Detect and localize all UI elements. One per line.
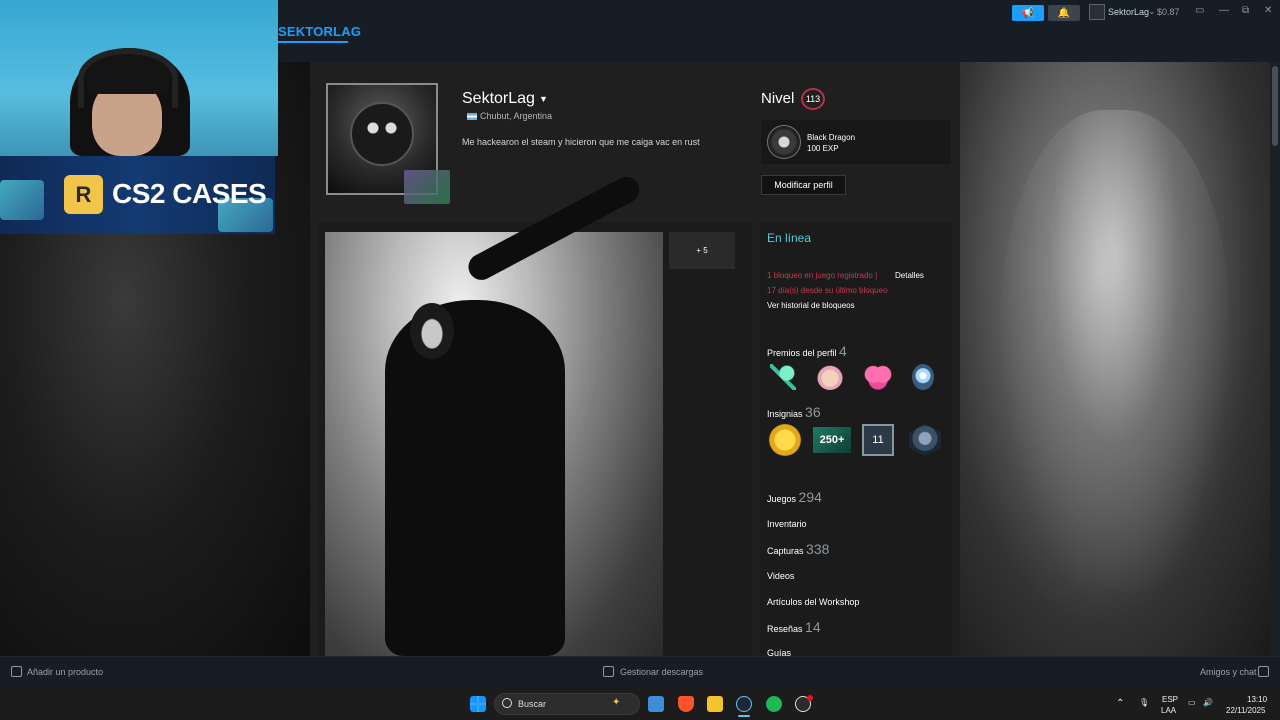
artwork-figure <box>385 300 565 656</box>
brave-browser-icon[interactable] <box>678 696 694 712</box>
file-explorer-icon[interactable] <box>707 696 723 712</box>
friends-chat-button[interactable]: Amigos y chat <box>1200 667 1257 677</box>
games-count: 294 <box>798 489 822 505</box>
windows-taskbar <box>0 688 1280 720</box>
persona-name[interactable]: SektorLag <box>462 90 535 108</box>
bell-icon: 🔔 <box>1057 7 1071 19</box>
wifi-icon[interactable]: ▭ <box>1188 698 1196 707</box>
comet-award-icon[interactable] <box>770 364 796 390</box>
taskbar-search-placeholder: Buscar <box>518 699 547 709</box>
screenshots-label: Capturas <box>767 546 804 556</box>
reviews-link[interactable]: Reseñas 14 <box>767 619 821 635</box>
featured-badge-name: Black Dragon <box>807 133 856 142</box>
active-app-indicator <box>738 715 750 717</box>
gold-coin-badge-icon[interactable] <box>769 424 801 456</box>
showcase-more-button[interactable]: + 5 <box>669 232 735 269</box>
sponsor-logo: R <box>64 175 103 214</box>
badges-label: Insignias <box>767 409 803 419</box>
chevron-down-icon[interactable]: ⌄ <box>1148 6 1156 17</box>
close-icon[interactable]: ✕ <box>1264 5 1272 16</box>
screenshots-count: 338 <box>806 541 830 557</box>
heart-award-icon[interactable] <box>862 364 894 390</box>
scrollbar-thumb[interactable] <box>1272 66 1278 146</box>
keyboard-language-1[interactable]: ESP <box>1162 695 1178 704</box>
awards-label: Premios del perfil <box>767 348 837 358</box>
inventory-link[interactable]: Inventario <box>767 519 807 529</box>
keyboard-language-2[interactable]: LAA <box>1161 706 1176 715</box>
skin-weapon-left <box>0 180 44 220</box>
download-icon[interactable] <box>603 666 614 677</box>
featured-badge-xp: 100 EXP <box>807 144 839 153</box>
microphone-icon[interactable]: 🎙 <box>1139 698 1149 707</box>
notification-dot <box>807 695 813 701</box>
persona-dropdown-icon[interactable]: ▼ <box>539 94 548 104</box>
headset-icon <box>78 48 178 108</box>
level-label: Nivel <box>761 90 795 107</box>
vac-ban-notice: 1 bloqueo en juego registrado | <box>767 271 878 280</box>
notifications-button[interactable]: 🔔 <box>1048 5 1080 21</box>
wallet-balance: $0.87 <box>1157 7 1180 17</box>
minimize-icon[interactable]: — <box>1219 5 1229 16</box>
clock-time[interactable]: 13:10 <box>1247 695 1267 704</box>
volume-icon[interactable]: 🔊 <box>1203 698 1213 707</box>
sponsor-name: CS2 CASES <box>112 178 267 209</box>
games-250-badge-icon[interactable]: 250+ <box>813 427 851 453</box>
artwork-figure-head <box>410 303 454 359</box>
nav-tab-profile[interactable]: SEKTORLAG <box>278 24 361 39</box>
account-name[interactable]: SektorLag <box>1108 7 1149 17</box>
spotify-icon[interactable] <box>766 696 782 712</box>
argentina-flag-icon <box>467 113 477 120</box>
awards-count: 4 <box>839 343 847 359</box>
years-of-service-badge-icon[interactable]: 11 <box>862 424 894 456</box>
orb-award-icon[interactable] <box>912 364 934 390</box>
scrollbar[interactable] <box>1270 62 1280 656</box>
tray-chevron-up-icon[interactable]: ⌃ <box>1116 698 1124 709</box>
profile-awards-link[interactable]: Premios del perfil 4 <box>767 343 847 359</box>
manage-downloads-button[interactable]: Gestionar descargas <box>620 667 703 677</box>
megaphone-icon: 📢 <box>1021 7 1035 19</box>
profile-location: Chubut, Argentina <box>480 111 553 121</box>
screenshots-link[interactable]: Capturas 338 <box>767 541 829 557</box>
vac-details-link[interactable]: Detalles <box>895 271 924 280</box>
level-badge[interactable]: 113 <box>801 88 825 110</box>
nav-tab-underline <box>278 41 348 43</box>
monitor-icon[interactable]: ▭ <box>1195 5 1204 16</box>
profile-summary: Me hackearon el steam y hicieron que me … <box>462 137 700 147</box>
copilot-sparkle-icon[interactable]: ✦ <box>612 697 620 708</box>
announcements-button[interactable]: 📢 <box>1012 5 1044 21</box>
account-avatar[interactable] <box>1089 4 1105 20</box>
search-icon <box>502 698 512 708</box>
maximize-icon[interactable]: ⧉ <box>1242 5 1249 16</box>
clock-date[interactable]: 22/11/2025 <box>1226 706 1265 715</box>
avatar-character-icon <box>350 102 414 166</box>
plus-icon[interactable] <box>11 666 22 677</box>
online-status: En línea <box>767 231 812 245</box>
avatar-frame-decoration <box>404 170 450 204</box>
windows-start-icon[interactable] <box>470 696 486 712</box>
background-figure <box>1000 110 1230 590</box>
reviews-label: Reseñas <box>767 624 803 634</box>
ban-history-link[interactable]: Ver historial de bloqueos <box>767 301 855 310</box>
add-product-button[interactable]: Añadir un producto <box>27 667 103 677</box>
edit-profile-button[interactable]: Modificar perfil <box>761 175 846 195</box>
workshop-link[interactable]: Artículos del Workshop <box>767 597 859 607</box>
games-label: Juegos <box>767 494 797 504</box>
steam-app-icon[interactable] <box>736 696 752 712</box>
dragon-badge-icon <box>767 125 801 159</box>
games-link[interactable]: Juegos 294 <box>767 489 822 505</box>
clown-award-icon[interactable] <box>817 364 843 390</box>
vac-days-since: 17 día(s) desde su último bloqueo <box>767 286 888 295</box>
videos-link[interactable]: Videos <box>767 571 794 581</box>
guides-link[interactable]: Guías <box>767 648 791 656</box>
reviews-count: 14 <box>805 619 821 635</box>
badges-count: 36 <box>805 404 821 420</box>
badges-link[interactable]: Insignias 36 <box>767 404 821 420</box>
photos-app-icon[interactable] <box>648 696 664 712</box>
chat-icon[interactable] <box>1258 666 1269 677</box>
